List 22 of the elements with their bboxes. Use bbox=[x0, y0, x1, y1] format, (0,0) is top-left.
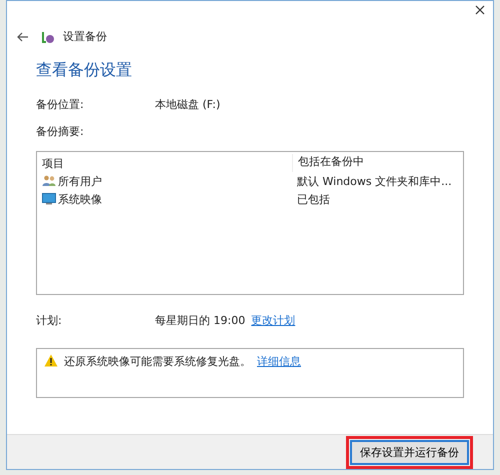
change-schedule-link[interactable]: 更改计划 bbox=[251, 313, 296, 328]
details-link[interactable]: 详细信息 bbox=[257, 354, 301, 369]
summary-label: 备份摘要: bbox=[36, 124, 85, 139]
included-cell-text: 已包括 bbox=[296, 192, 330, 206]
save-and-run-button[interactable]: 保存设置并运行备份 bbox=[350, 440, 469, 464]
close-icon[interactable] bbox=[475, 5, 485, 15]
page-heading: 查看备份设置 bbox=[36, 60, 133, 81]
users-icon bbox=[42, 175, 56, 187]
item-name: 系统映像 bbox=[58, 192, 102, 206]
column-header[interactable]: 项目 bbox=[37, 154, 293, 172]
back-arrow-icon[interactable] bbox=[17, 32, 29, 42]
column-header[interactable]: 包括在备份中 bbox=[293, 154, 364, 172]
warning-icon bbox=[44, 354, 58, 367]
location-value: 本地磁盘 (F:) bbox=[155, 97, 220, 112]
included-cell-text: 默认 Windows 文件夹和库中... bbox=[296, 174, 452, 188]
location-label: 备份位置: bbox=[36, 97, 85, 112]
item-name: 所有用户 bbox=[58, 174, 102, 188]
window-title: 设置备份 bbox=[63, 29, 107, 44]
schedule-value: 每星期日的 19:00 bbox=[155, 313, 246, 328]
schedule-label: 计划: bbox=[36, 313, 63, 328]
notice-text: 还原系统映像可能需要系统修复光盘。 bbox=[64, 354, 251, 369]
monitor-icon bbox=[42, 193, 56, 205]
